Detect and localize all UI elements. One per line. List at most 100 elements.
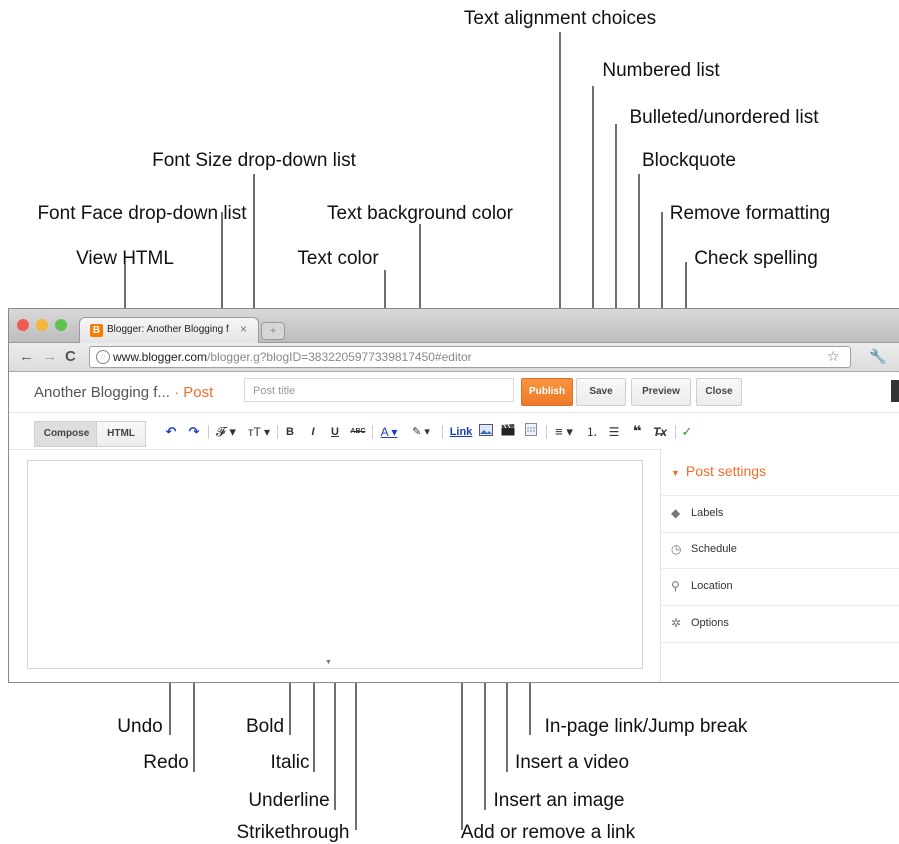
avatar[interactable] (891, 380, 899, 402)
resize-grip-icon[interactable]: ▼ (325, 659, 332, 666)
link-button[interactable]: Link (449, 423, 473, 441)
publish-button[interactable]: Publish (521, 378, 573, 406)
text-color-dropdown[interactable]: A ▾ (377, 423, 401, 441)
check-spelling-button[interactable]: ✓ (680, 423, 694, 441)
tab-strip: B Blogger: Another Blogging f × + (9, 309, 899, 343)
toolbar-divider (277, 425, 278, 439)
callout-undo: Undo (117, 716, 163, 737)
callout-text-color: Text color (297, 248, 379, 269)
save-button[interactable]: Save (576, 378, 626, 406)
sidebar-item-label: Schedule (691, 543, 737, 555)
post-settings-panel: ▼ Post settings ◆ Labels ◷ Schedule ⚲ Loc… (660, 449, 899, 682)
callout-font-size: Font Size drop-down list (152, 150, 356, 171)
url-path: /blogger.g?blogID=3832205977339817450#ed… (207, 350, 472, 364)
text-bg-color-dropdown[interactable]: ✎ ▾ (409, 423, 433, 441)
browser-window: B Blogger: Another Blogging f × + ← → C … (8, 308, 899, 683)
browser-tab[interactable]: B Blogger: Another Blogging f × (79, 317, 259, 343)
callout-check-spelling: Check spelling (694, 248, 818, 269)
callout-text-bg-color: Text background color (327, 203, 513, 224)
tab-close-icon[interactable]: × (240, 322, 247, 336)
callout-blockquote: Blockquote (641, 150, 737, 171)
close-window-button[interactable] (17, 319, 29, 331)
bulleted-list-button[interactable]: ☰ (607, 423, 621, 441)
callout-numbered-list: Numbered list (602, 60, 720, 81)
toolbar-divider (442, 425, 443, 439)
underline-button[interactable]: U (329, 423, 341, 441)
wrench-menu-icon[interactable]: 🔧 (869, 348, 886, 365)
callout-redo: Redo (143, 752, 189, 773)
address-bar: ← → C ◌ www.blogger.com/blogger.g?blogID… (9, 343, 899, 372)
location-pin-icon: ⚲ (671, 579, 680, 593)
bold-button[interactable]: B (284, 423, 296, 441)
sidebar-item-label: Options (691, 617, 729, 629)
tab-title: Blogger: Another Blogging f (107, 324, 229, 335)
insert-image-button[interactable] (478, 423, 494, 441)
jump-break-icon (525, 423, 537, 436)
tag-icon: ◆ (671, 506, 681, 520)
sidebar-item-location[interactable]: ⚲ Location (661, 569, 899, 606)
sidebar-item-labels[interactable]: ◆ Labels (661, 495, 899, 533)
callout-text-alignment: Text alignment choices (463, 8, 657, 29)
bookmark-star-icon[interactable]: ☆ (827, 348, 840, 365)
font-size-dropdown[interactable]: тT ▾ (245, 423, 273, 441)
minimize-window-button[interactable] (36, 319, 48, 331)
forward-icon[interactable]: → (42, 348, 57, 365)
post-body-editor[interactable]: ▼ (27, 460, 643, 669)
post-settings-heading[interactable]: ▼ Post settings (671, 463, 766, 479)
callout-italic: Italic (270, 752, 310, 773)
undo-icon[interactable]: ↶ (164, 423, 178, 441)
blockquote-button[interactable]: ❝ (630, 423, 644, 441)
insert-video-button[interactable] (500, 423, 516, 441)
toolbar-divider (372, 425, 373, 439)
blog-name: Another Blogging f... · Post (34, 384, 213, 401)
italic-button[interactable]: I (307, 423, 319, 441)
clock-icon: ◷ (671, 542, 682, 556)
blogger-favicon-icon: B (90, 324, 103, 337)
zoom-window-button[interactable] (55, 319, 67, 331)
post-title-input[interactable]: Post title (244, 378, 514, 402)
toolbar-divider (546, 425, 547, 439)
callout-strikethrough: Strikethrough (236, 822, 350, 843)
jump-break-button[interactable] (523, 423, 539, 441)
numbered-list-button[interactable]: ⒈ (585, 423, 599, 441)
callout-bulleted-list: Bulleted/unordered list (629, 107, 819, 128)
redo-icon[interactable]: ↷ (187, 423, 201, 441)
gear-icon: ✲ (671, 616, 682, 630)
post-settings-label: Post settings (685, 463, 767, 479)
toolbar-divider (675, 425, 676, 439)
editor-header: Another Blogging f... · Post Post title … (9, 372, 899, 413)
sidebar-item-schedule[interactable]: ◷ Schedule (661, 532, 899, 569)
close-button[interactable]: Close (696, 378, 742, 406)
compose-mode-button[interactable]: Compose (34, 421, 99, 447)
callout-jump-break: In-page link/Jump break (544, 716, 748, 737)
sidebar-item-label: Location (691, 580, 733, 592)
callout-remove-formatting: Remove formatting (669, 203, 831, 224)
callout-insert-video: Insert a video (514, 752, 630, 773)
toolbar-divider (208, 425, 209, 439)
back-icon[interactable]: ← (19, 348, 34, 365)
font-face-dropdown[interactable]: 𝓕 ▾ (213, 423, 239, 441)
image-icon (479, 424, 493, 436)
page-info-icon[interactable]: ◌ (96, 350, 110, 364)
url-text: www.blogger.com/blogger.g?blogID=3832205… (113, 350, 472, 364)
sidebar-item-options[interactable]: ✲ Options (661, 606, 899, 643)
url-host: www.blogger.com (113, 350, 208, 364)
new-tab-button[interactable]: + (261, 322, 285, 340)
crumb-separator: · (169, 384, 184, 401)
url-input[interactable]: ◌ www.blogger.com/blogger.g?blogID=38322… (89, 346, 851, 368)
clapperboard-icon (501, 424, 515, 436)
callout-add-link: Add or remove a link (460, 822, 636, 843)
callout-insert-image: Insert an image (493, 790, 625, 811)
preview-button[interactable]: Preview (631, 378, 691, 406)
strikethrough-button[interactable]: ABC (348, 423, 368, 441)
text-alignment-dropdown[interactable]: ≡ ▾ (552, 423, 576, 441)
sidebar-item-label: Labels (691, 507, 724, 519)
formatting-toolbar: Compose HTML ↶ ↷ 𝓕 ▾ тT ▾ B I U ABC A ▾ … (9, 413, 899, 450)
reload-icon[interactable]: C (65, 348, 76, 365)
blog-title[interactable]: Another Blogging f... (34, 384, 170, 401)
html-mode-button[interactable]: HTML (96, 421, 146, 447)
callout-bold: Bold (245, 716, 285, 737)
post-crumb: Post (183, 384, 214, 401)
remove-formatting-button[interactable]: T̶x (652, 423, 668, 441)
callout-underline: Underline (248, 790, 330, 811)
